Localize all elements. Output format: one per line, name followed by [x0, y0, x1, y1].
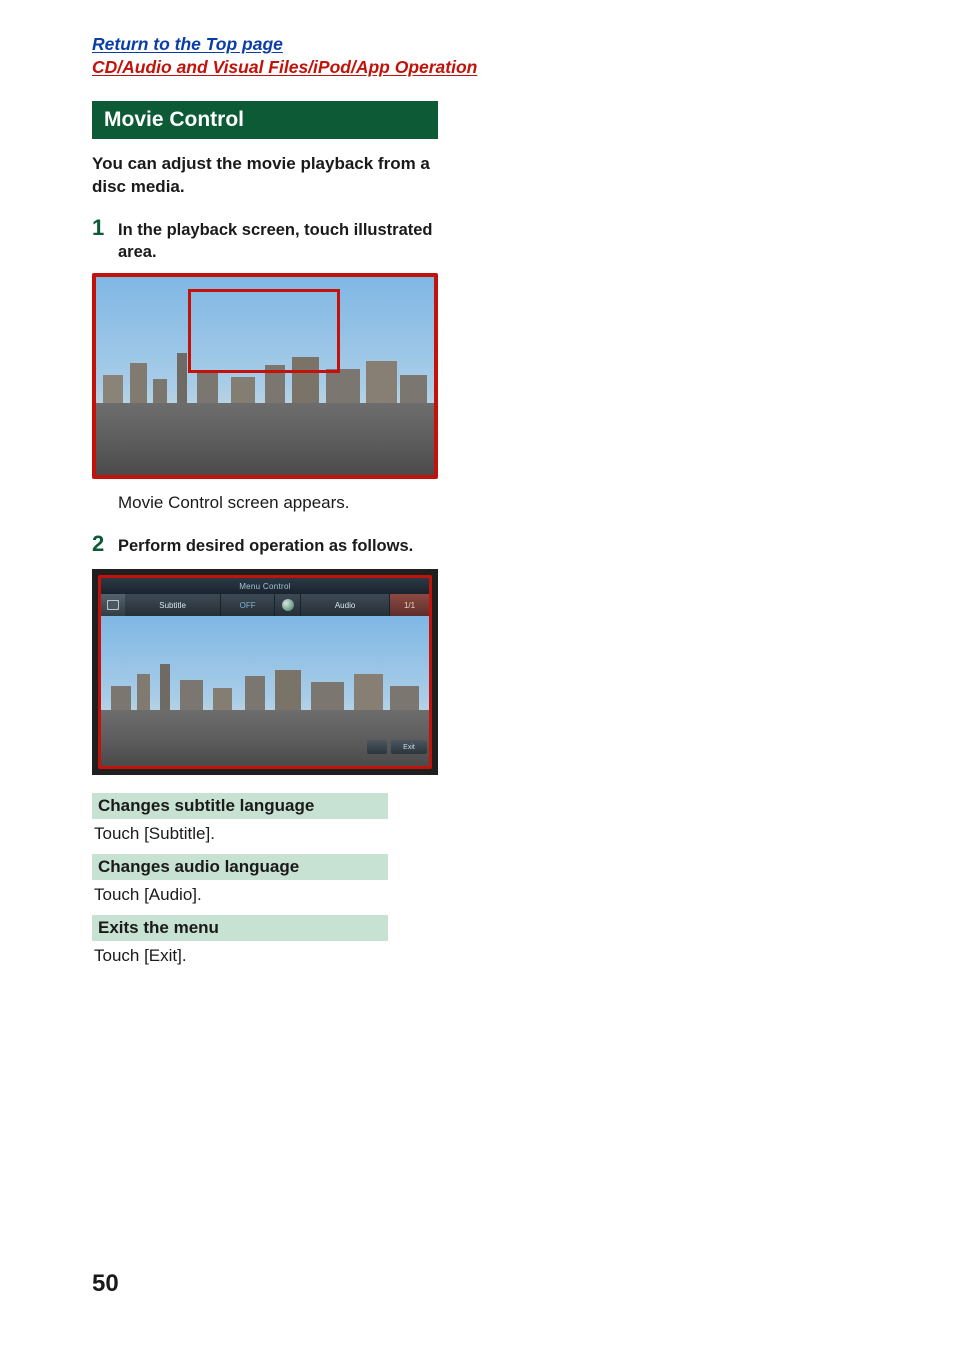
scene-preview: Exit [101, 616, 429, 766]
operation-heading: Changes audio language [92, 854, 388, 880]
step-number: 2 [92, 533, 110, 557]
operation-body: Touch [Exit]. [92, 941, 388, 976]
step-1: 1 In the playback screen, touch illustra… [92, 217, 452, 264]
tool-button[interactable] [367, 740, 387, 754]
operation-body: Touch [Audio]. [92, 880, 388, 915]
road-area [96, 403, 434, 475]
manual-page: Return to the Top page CD/Audio and Visu… [0, 0, 954, 1354]
step-instruction: In the playback screen, touch illustrate… [118, 217, 452, 264]
operation-heading: Changes subtitle language [92, 793, 388, 819]
menu-control-screenshot: Menu Control Subtitle OFF Audio 1/1 [92, 569, 438, 775]
touch-hotspot[interactable] [188, 289, 340, 373]
highlight-border: Menu Control Subtitle OFF Audio 1/1 [98, 575, 432, 769]
playback-screenshot [92, 273, 438, 479]
page-number: 50 [92, 1270, 119, 1298]
play-mode-icon[interactable] [101, 594, 125, 616]
subtitle-button[interactable]: Subtitle [125, 594, 220, 616]
intro-text: You can adjust the movie playback from a… [92, 153, 438, 199]
exit-button[interactable]: Exit [391, 740, 427, 754]
step-caption: Movie Control screen appears. [118, 493, 954, 513]
section-title: Movie Control [104, 108, 244, 132]
header-links: Return to the Top page CD/Audio and Visu… [92, 34, 954, 79]
page-indicator: 1/1 [389, 594, 429, 616]
audio-button[interactable]: Audio [300, 594, 389, 616]
subtitle-state[interactable]: OFF [220, 594, 274, 616]
step-number: 1 [92, 217, 110, 264]
disc-icon[interactable] [274, 594, 300, 616]
operations-list: Changes subtitle language Touch [Subtitl… [92, 793, 388, 976]
operation-body: Touch [Subtitle]. [92, 819, 388, 854]
step-2: 2 Perform desired operation as follows. [92, 533, 452, 557]
menu-button-row: Subtitle OFF Audio 1/1 [101, 594, 429, 616]
step-instruction: Perform desired operation as follows. [118, 533, 413, 557]
return-top-link[interactable]: Return to the Top page [92, 34, 954, 56]
section-title-bar: Movie Control [92, 101, 438, 139]
menu-title-bar: Menu Control [101, 578, 429, 594]
section-breadcrumb-link[interactable]: CD/Audio and Visual Files/iPod/App Opera… [92, 57, 954, 79]
operation-heading: Exits the menu [92, 915, 388, 941]
menu-title: Menu Control [239, 582, 291, 591]
